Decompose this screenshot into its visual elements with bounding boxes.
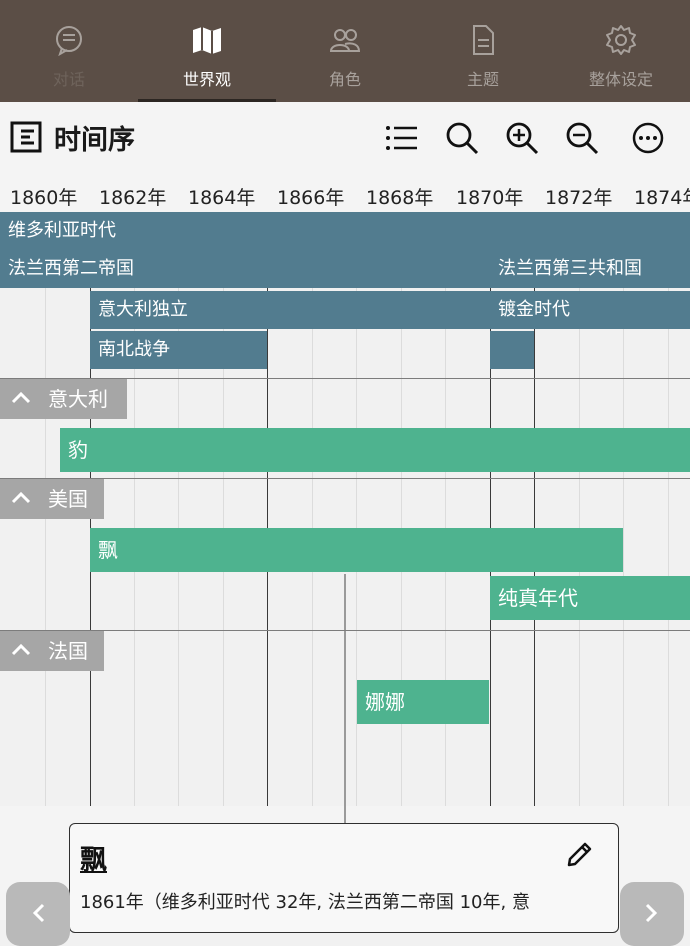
zoom-in-button[interactable] (504, 120, 540, 156)
year-tick: 1874年 (634, 187, 690, 209)
more-button[interactable] (630, 120, 666, 156)
year-tick: 1864年 (188, 187, 256, 209)
tab-label: 整体设定 (588, 70, 653, 89)
search-icon (446, 122, 479, 155)
year-tick: 1862年 (99, 187, 167, 209)
chevron-up-icon (11, 491, 31, 504)
work-bar[interactable]: 纯真年代 (490, 576, 690, 620)
era-bar[interactable]: 意大利独立 (90, 291, 490, 329)
page-title: 时间序 (54, 125, 135, 156)
chevron-up-icon (11, 643, 31, 656)
tab-label: 对话 (52, 70, 85, 89)
zoom-out-icon (566, 122, 599, 155)
year-tick: 1872年 (545, 187, 613, 209)
chevron-left-icon (32, 903, 45, 923)
era-bar[interactable]: 镀金时代 (490, 291, 690, 329)
work-bar[interactable]: 娜娜 (357, 680, 489, 724)
prev-button[interactable] (6, 882, 70, 946)
tab-themes[interactable]: 主题 (414, 0, 552, 102)
people-icon (329, 29, 361, 52)
group-label: 意大利 (48, 387, 108, 411)
zoom-out-button[interactable] (564, 120, 600, 156)
detail-title: 飘 (80, 845, 107, 876)
work-bar-selected[interactable]: 飘 (90, 528, 623, 572)
year-tick: 1866年 (277, 187, 345, 209)
year-tick: 1868年 (366, 187, 434, 209)
group-header-france[interactable]: 法国 (0, 631, 104, 671)
current-position-line (344, 574, 346, 806)
era-bar[interactable]: 法兰西第二帝国 (0, 250, 490, 288)
map-icon (193, 27, 221, 54)
group-header-italy[interactable]: 意大利 (0, 379, 127, 419)
list-icon (386, 126, 417, 150)
tab-characters[interactable]: 角色 (276, 0, 414, 102)
chat-bubble-icon (56, 26, 82, 56)
more-icon (632, 122, 664, 154)
timeline-canvas[interactable]: 维多利亚时代 法兰西第二帝国 法兰西第三共和国 意大利独立 镀金时代 南北战争 … (0, 212, 690, 806)
tab-settings[interactable]: 整体设定 (552, 0, 690, 102)
year-tick: 1870年 (456, 187, 524, 209)
gear-icon (606, 25, 636, 55)
era-bar[interactable]: 维多利亚时代 (0, 212, 690, 250)
detail-card[interactable]: 飘 1861年（维多利亚时代 32年, 法兰西第二帝国 10年, 意 (69, 823, 619, 933)
tab-label: 主题 (466, 70, 499, 89)
era-bar[interactable] (490, 331, 534, 369)
chevron-up-icon (11, 391, 31, 404)
year-tick: 1860年 (10, 187, 78, 209)
era-bar[interactable]: 法兰西第三共和国 (490, 250, 690, 288)
pencil-icon[interactable] (564, 838, 596, 870)
group-label: 法国 (48, 639, 88, 663)
top-tab-bar: 对话 世界观 角色 主题 整体设定 (0, 0, 690, 102)
tab-chat[interactable]: 对话 (0, 0, 138, 102)
work-bar[interactable]: 豹 (60, 428, 690, 472)
timeline-icon (10, 121, 42, 153)
next-button[interactable] (620, 882, 684, 946)
current-position-line-tail (344, 806, 346, 824)
group-label: 美国 (48, 487, 88, 511)
chevron-right-icon (645, 903, 658, 923)
search-button[interactable] (444, 120, 480, 156)
list-button[interactable] (384, 120, 420, 156)
document-icon (473, 25, 494, 55)
tab-label: 角色 (328, 70, 361, 89)
group-header-usa[interactable]: 美国 (0, 479, 104, 519)
tab-label: 世界观 (182, 70, 231, 89)
detail-text: 1861年（维多利亚时代 32年, 法兰西第二帝国 10年, 意 (80, 892, 530, 913)
era-bar[interactable]: 南北战争 (90, 331, 267, 369)
zoom-in-icon (506, 122, 539, 155)
tab-worldview[interactable]: 世界观 (138, 0, 276, 102)
